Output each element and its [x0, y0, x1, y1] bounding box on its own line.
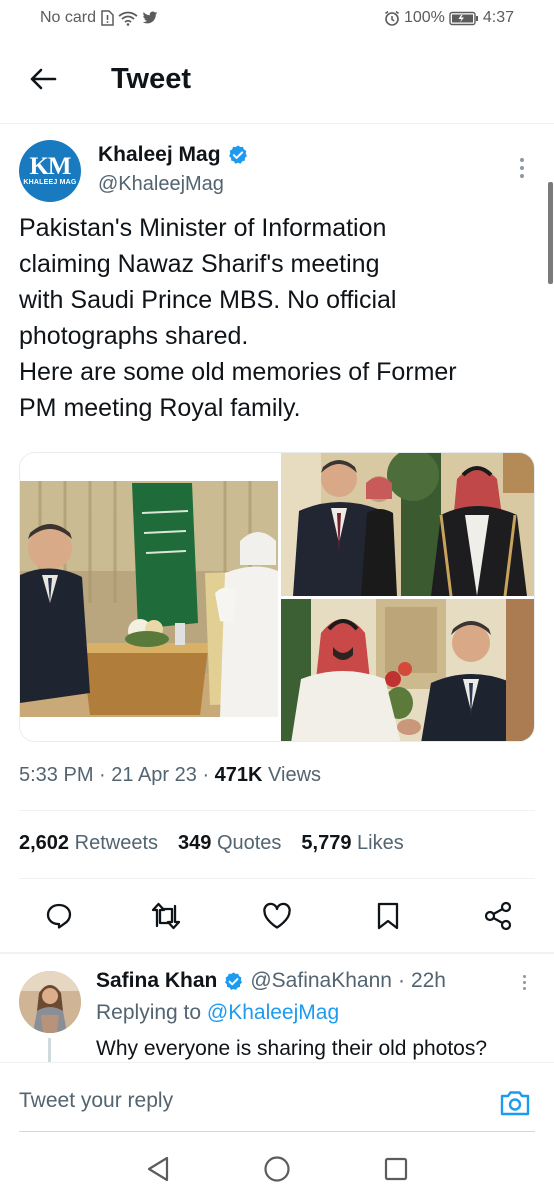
more-dot: [520, 166, 524, 170]
tweet-text-line: PM meeting Royal family.: [19, 394, 301, 422]
thread-line: [48, 1038, 51, 1062]
reply-text: Why everyone is sharing their old photos…: [96, 1037, 488, 1060]
meta-separator: ·: [196, 764, 215, 786]
retweet-button[interactable]: [150, 900, 182, 932]
tweet-text-line: Here are some old memories of Former: [19, 358, 457, 386]
tweet-more-options-button[interactable]: [510, 154, 534, 182]
tweet-meta: 5:33 PM · 21 Apr 23 · 471K Views: [19, 764, 321, 787]
reply-header: Safina Khan @SafinaKhann · 22h: [96, 969, 446, 993]
nav-back-triangle-icon: [147, 1156, 169, 1182]
likes-stat[interactable]: 5,779 Likes: [301, 832, 403, 855]
author-handle[interactable]: @KhaleejMag: [98, 173, 224, 196]
divider: [19, 878, 535, 879]
nav-back-button[interactable]: [143, 1154, 173, 1184]
camera-icon: [500, 1091, 530, 1116]
system-navigation-bar: [0, 1136, 554, 1200]
back-button[interactable]: [26, 62, 60, 96]
reply-author-name[interactable]: Safina Khan: [96, 969, 217, 993]
tweet-text-line: with Saudi Prince MBS. No official: [19, 286, 397, 314]
carrier-label: No card: [40, 9, 97, 26]
more-dot: [522, 980, 526, 984]
replying-to-line: Replying to @KhaleejMag: [96, 1001, 339, 1025]
tweet-action-bar: [0, 892, 554, 942]
likes-count: 5,779: [301, 832, 352, 854]
reply-age: 22h: [410, 969, 446, 992]
nav-home-button[interactable]: [262, 1154, 292, 1184]
author-avatar[interactable]: KM KHALEEJ MAG: [19, 140, 81, 202]
nav-recents-button[interactable]: [381, 1154, 411, 1184]
status-right: 100% 4:37: [384, 9, 514, 27]
author-name-text: Khaleej Mag: [98, 143, 221, 166]
status-bar: No card 100% 4:37: [0, 0, 554, 38]
retweets-stat[interactable]: 2,602 Retweets: [19, 832, 158, 855]
add-photo-button[interactable]: [498, 1087, 532, 1119]
tweet-photo-3[interactable]: [281, 599, 534, 741]
twitter-bird-icon: [142, 11, 158, 25]
like-icon: [263, 902, 291, 929]
reply-icon: [46, 903, 72, 929]
reply-composer: [0, 1062, 554, 1134]
back-arrow-icon: [30, 68, 57, 90]
sim-alert-icon: [100, 10, 114, 26]
wifi-icon: [118, 11, 138, 26]
replying-prefix: Replying to: [96, 1001, 202, 1024]
author-name[interactable]: Khaleej Mag: [98, 143, 249, 167]
retweets-count: 2,602: [19, 832, 70, 854]
more-dot: [520, 174, 524, 178]
page-title: Tweet: [111, 63, 192, 95]
meta-separator: ·: [93, 764, 112, 786]
verified-badge-icon: [225, 971, 243, 990]
share-button[interactable]: [482, 900, 514, 932]
reply-avatar[interactable]: [19, 971, 81, 1033]
more-dot: [520, 158, 524, 162]
alarm-icon: [384, 10, 400, 26]
quotes-label: Quotes: [216, 832, 282, 854]
verified-badge-icon: [228, 145, 247, 164]
tweet-text-line: claiming Nawaz Sharif's meeting: [19, 250, 380, 278]
quotes-stat[interactable]: 349 Quotes: [178, 832, 281, 855]
avatar-logo-subtext: KHALEEJ MAG: [23, 179, 77, 186]
scrollbar-thumb[interactable]: [548, 182, 553, 284]
views-count[interactable]: 471K: [215, 764, 263, 786]
views-label[interactable]: Views: [268, 764, 321, 786]
tweet-date: 21 Apr 23: [111, 764, 197, 786]
tweet-time: 5:33 PM: [19, 764, 94, 786]
nav-recents-square-icon: [384, 1157, 408, 1181]
tweet-photo-2[interactable]: [281, 453, 534, 596]
battery-percent: 100%: [403, 9, 445, 26]
tweet-text-line: photographs shared.: [19, 322, 249, 350]
reply-dot-separator: ·: [397, 969, 405, 992]
replying-to-mention-link[interactable]: @KhaleejMag: [207, 1001, 339, 1024]
tweet-text-line: Pakistan's Minister of Information: [19, 214, 387, 242]
battery-icon: [449, 11, 479, 26]
nav-home-circle-icon: [264, 1156, 290, 1182]
section-divider: [0, 952, 554, 954]
tweet-media-grid: [19, 452, 535, 742]
tweet-stats: 2,602 Retweets 349 Quotes 5,779 Likes: [19, 832, 404, 855]
reply-input[interactable]: [19, 1089, 479, 1113]
retweet-icon: [151, 902, 181, 930]
like-button[interactable]: [261, 900, 293, 932]
more-dot: [522, 986, 526, 990]
avatar-logo-text: KM: [29, 153, 71, 180]
tweet-text: Pakistan's Minister of Information claim…: [19, 210, 534, 426]
top-app-bar: Tweet: [0, 38, 554, 124]
reply-button[interactable]: [43, 900, 75, 932]
divider: [19, 810, 535, 811]
reply-author-handle[interactable]: @SafinaKhann: [250, 969, 392, 993]
clock: 4:37: [482, 9, 514, 26]
more-dot: [522, 974, 526, 978]
bookmark-button[interactable]: [372, 900, 404, 932]
bookmark-icon: [377, 902, 399, 930]
quotes-count: 349: [178, 832, 212, 854]
composer-underline: [19, 1131, 535, 1132]
share-icon: [484, 901, 512, 931]
likes-label: Likes: [357, 832, 404, 854]
retweets-label: Retweets: [74, 832, 158, 854]
reply-more-options-button[interactable]: [512, 970, 536, 994]
status-left: No card: [40, 9, 158, 27]
tweet-photo-1[interactable]: [20, 453, 278, 741]
